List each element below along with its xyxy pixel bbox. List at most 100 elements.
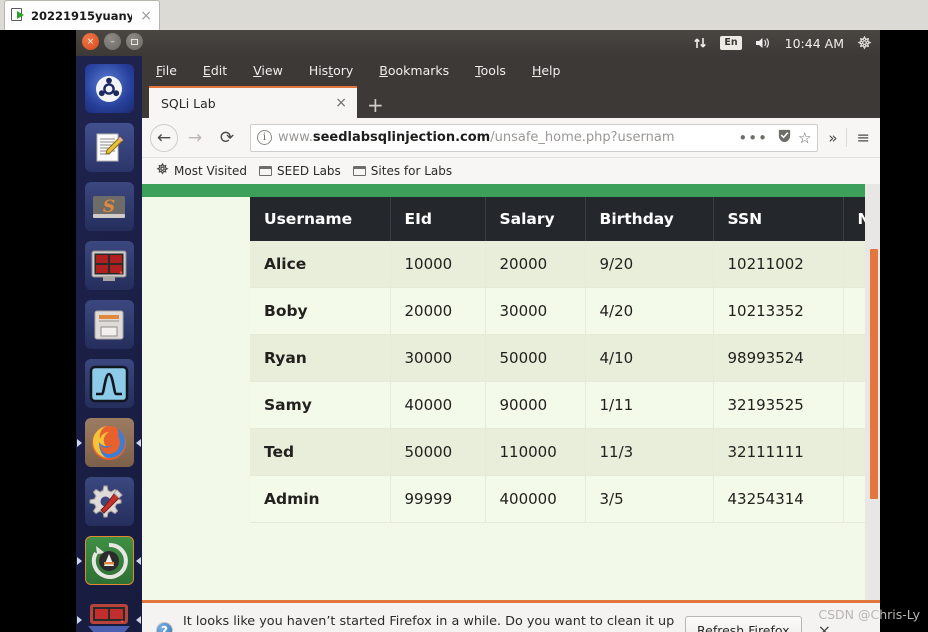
employee-table: Username EId Salary Birthday SSN Ni Alic…	[250, 197, 880, 523]
cell-salary: 110000	[485, 428, 586, 476]
launcher-running-pip-left	[77, 615, 82, 624]
network-updown-icon[interactable]	[693, 36, 707, 50]
gear-icon[interactable]	[857, 35, 872, 51]
menu-history[interactable]: History	[309, 63, 353, 78]
page-scrollbar-thumb[interactable]	[870, 249, 878, 499]
browser-tab-label: SQLi Lab	[161, 95, 216, 111]
menu-bookmarks[interactable]: Bookmarks	[379, 63, 449, 78]
launcher-item-firefox[interactable]	[76, 413, 142, 472]
volume-icon[interactable]	[755, 36, 772, 50]
screen: 20221915yuanyuqi × En 10:44 AM	[0, 0, 928, 632]
bookmark-label: Most Visited	[174, 164, 248, 178]
bookmark-sites-for-labs[interactable]: Sites for Labs	[352, 164, 453, 178]
page-scrollbar[interactable]	[865, 184, 880, 600]
column-header-salary[interactable]: Salary	[485, 197, 586, 241]
bookmark-seed-labs[interactable]: SEED Labs	[259, 164, 341, 178]
cell-ssn: 10211002	[713, 241, 844, 288]
window-close-button[interactable]: ×	[82, 33, 99, 50]
bookmark-star-icon[interactable]: ☆	[798, 129, 811, 147]
keyboard-layout-indicator[interactable]: En	[720, 36, 742, 50]
cell-eid: 50000	[390, 428, 486, 476]
ubuntu-software-icon	[91, 542, 128, 579]
hamburger-menu-icon[interactable]: ≡	[845, 128, 872, 147]
launcher-item-sublime-text[interactable]: S	[76, 177, 142, 236]
cell-ssn: 98993524	[713, 334, 844, 382]
bookmark-most-visited[interactable]: Most Visited	[156, 162, 248, 179]
window-minimize-button[interactable]: –	[104, 33, 121, 50]
column-header-username[interactable]: Username	[250, 197, 391, 241]
ubuntu-desktop: En 10:44 AM × – S File Edit View History…	[76, 30, 880, 632]
notification-message: It looks like you haven’t started Firefo…	[183, 614, 675, 632]
cell-birthday: 4/20	[585, 287, 714, 335]
menu-edit[interactable]: Edit	[203, 63, 227, 78]
url-bar[interactable]: i www.seedlabsqlinjection.com/unsafe_hom…	[250, 123, 819, 152]
launcher-running-pip-right	[136, 438, 141, 447]
reload-icon[interactable]: ⟳	[212, 123, 242, 153]
close-icon[interactable]: ×	[331, 95, 351, 111]
page-actions-icon[interactable]: •••	[735, 129, 771, 147]
page-navbar	[142, 184, 880, 197]
site-info-icon[interactable]: i	[257, 130, 272, 145]
url-path: /unsafe_home.php?usernam	[490, 130, 675, 145]
clock[interactable]: 10:44 AM	[785, 36, 844, 51]
close-icon[interactable]: ×	[812, 621, 837, 632]
tracking-shield-icon[interactable]	[777, 128, 792, 147]
browser-tab-sqli-lab[interactable]: SQLi Lab ×	[149, 86, 357, 118]
bookmark-label: SEED Labs	[277, 164, 341, 178]
launcher-item-ubuntu-software[interactable]	[76, 531, 142, 590]
menu-help[interactable]: Help	[532, 63, 561, 78]
cell-salary: 50000	[485, 334, 586, 382]
cell-ssn: 32193525	[713, 381, 844, 429]
bookmark-label: Sites for Labs	[370, 164, 453, 178]
launcher-item-system-tools[interactable]	[76, 472, 142, 531]
web-page-content: Username EId Salary Birthday SSN Ni Alic…	[142, 184, 880, 600]
launcher-item-text-editor[interactable]	[76, 118, 142, 177]
launcher-running-pip-left	[77, 438, 82, 447]
forward-arrow-icon[interactable]: →	[180, 123, 210, 153]
cell-eid: 30000	[390, 334, 486, 382]
column-header-eid[interactable]: EId	[390, 197, 486, 241]
vmware-vm-tab[interactable]: 20221915yuanyuqi ×	[4, 0, 160, 30]
vmware-vm-tab-label: 20221915yuanyuqi	[31, 8, 133, 23]
table-header-row: Username EId Salary Birthday SSN Ni	[250, 197, 880, 241]
back-arrow-icon[interactable]: ←	[150, 123, 178, 152]
firefox-tab-bar: SQLi Lab × +	[142, 84, 880, 118]
new-tab-button[interactable]: +	[367, 95, 384, 115]
table-row: Ted 50000 110000 11/3 32111111	[250, 428, 880, 476]
unity-launcher: S	[76, 56, 142, 632]
launcher-item-files[interactable]	[76, 295, 142, 354]
files-icon	[94, 310, 124, 339]
window-controls: × –	[82, 33, 143, 50]
window-maximize-button[interactable]	[126, 33, 143, 50]
firefox-logo-icon	[92, 425, 126, 460]
close-icon[interactable]: ×	[137, 9, 155, 23]
cell-ssn: 43254314	[713, 475, 844, 523]
cell-ssn: 32111111	[713, 428, 844, 476]
menu-tools[interactable]: Tools	[475, 63, 506, 78]
overflow-chevron-icon[interactable]: »	[822, 129, 837, 147]
menu-file[interactable]: File	[156, 63, 177, 78]
cell-salary: 20000	[485, 241, 586, 288]
launcher-item-ubuntu-dash[interactable]	[76, 59, 142, 118]
launcher-item-vmware-player[interactable]	[76, 590, 142, 632]
cell-eid: 10000	[390, 241, 486, 288]
launcher-running-pip-right	[136, 615, 141, 624]
column-header-birthday[interactable]: Birthday	[585, 197, 714, 241]
cell-birthday: 1/11	[585, 381, 714, 429]
question-mark-icon: ?	[156, 622, 173, 632]
table-body: Alice 10000 20000 9/20 10211002 Boby 200…	[250, 241, 880, 523]
refresh-firefox-button[interactable]: Refresh Firefox	[685, 616, 802, 632]
launcher-item-wireshark[interactable]	[76, 354, 142, 413]
svg-text:S: S	[103, 197, 115, 217]
cell-salary: 90000	[485, 381, 586, 429]
column-header-ssn[interactable]: SSN	[713, 197, 844, 241]
bookmarks-toolbar: Most Visited SEED Labs Sites for Labs	[142, 158, 880, 184]
cell-eid: 40000	[390, 381, 486, 429]
table-row: Samy 40000 90000 1/11 32193525	[250, 381, 880, 429]
firefox-window: File Edit View History Bookmarks Tools H…	[142, 56, 880, 632]
menu-view[interactable]: View	[253, 63, 283, 78]
launcher-item-vmware-workstation[interactable]	[76, 236, 142, 295]
cell-ssn: 10213352	[713, 287, 844, 335]
table-row: Admin 99999 400000 3/5 43254314	[250, 475, 880, 523]
sublime-text-icon: S	[93, 195, 125, 218]
